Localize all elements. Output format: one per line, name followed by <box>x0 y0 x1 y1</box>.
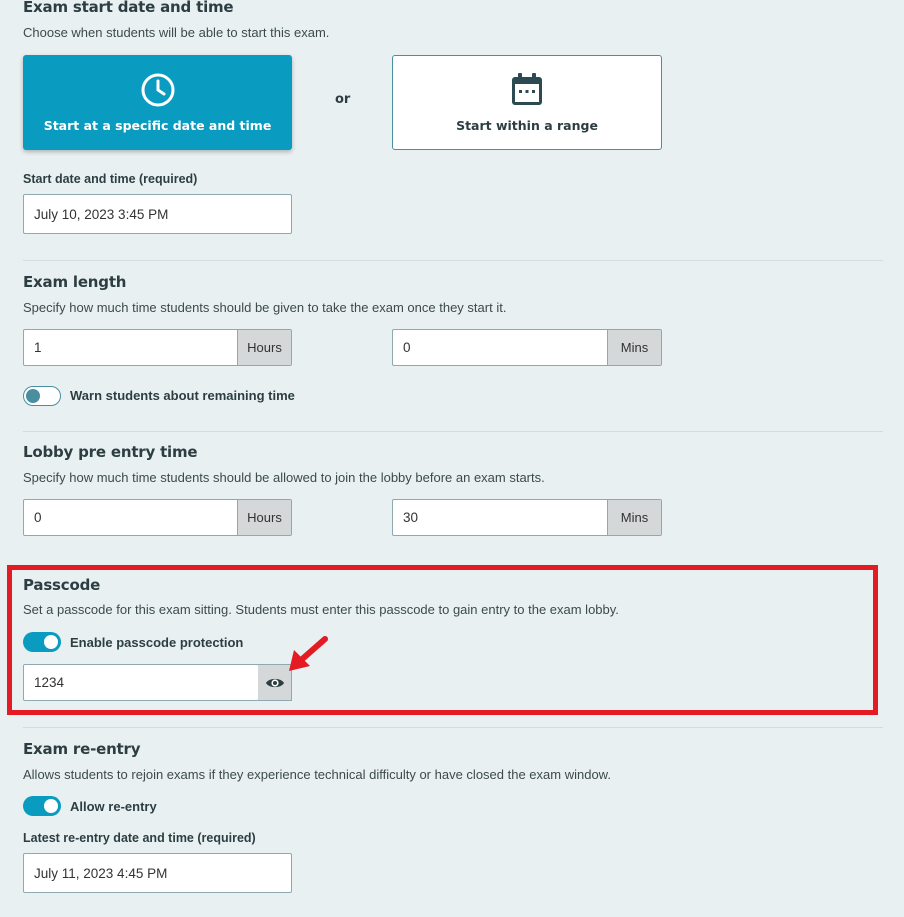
passcode-input[interactable]: 1234 <box>23 664 259 701</box>
passcode-protection-toggle[interactable] <box>23 632 61 652</box>
start-range-option[interactable]: Start within a range <box>392 55 662 150</box>
or-separator: or <box>335 92 351 107</box>
length-hours-field[interactable]: 1 Hours <box>23 329 292 366</box>
passcode-section-title: Passcode <box>23 576 101 594</box>
reentry-section-description: Allows students to rejoin exams if they … <box>23 767 611 782</box>
allow-reentry-toggle[interactable] <box>23 796 61 816</box>
lobby-hours-field[interactable]: 0 Hours <box>23 499 292 536</box>
lobby-section-title: Lobby pre entry time <box>23 443 198 461</box>
clock-icon <box>141 73 174 107</box>
start-range-label: Start within a range <box>456 118 598 133</box>
lobby-section-description: Specify how much time students should be… <box>23 470 545 485</box>
passcode-protection-label: Enable passcode protection <box>70 635 244 650</box>
eye-icon <box>265 678 284 687</box>
length-hours-addon: Hours <box>237 330 291 365</box>
length-mins-field[interactable]: 0 Mins <box>392 329 662 366</box>
allow-reentry-label: Allow re-entry <box>70 799 157 814</box>
warn-remaining-time-toggle[interactable] <box>23 386 61 406</box>
length-section-title: Exam length <box>23 273 127 291</box>
start-section-title: Exam start date and time <box>23 0 234 16</box>
start-date-input[interactable]: July 10, 2023 3:45 PM <box>23 194 292 234</box>
pointer-arrow-icon <box>289 636 328 671</box>
lobby-mins-field[interactable]: 30 Mins <box>392 499 662 536</box>
warn-remaining-time-label: Warn students about remaining time <box>70 388 295 403</box>
lobby-mins-input[interactable]: 30 <box>393 500 607 535</box>
start-specific-option[interactable]: Start at a specific date and time <box>23 55 292 150</box>
reentry-date-input[interactable]: July 11, 2023 4:45 PM <box>23 853 292 893</box>
reentry-date-value: July 11, 2023 4:45 PM <box>34 865 168 881</box>
length-hours-input[interactable]: 1 <box>24 330 237 365</box>
divider <box>23 727 883 728</box>
length-mins-addon: Mins <box>607 330 661 365</box>
divider <box>23 431 883 432</box>
length-section-description: Specify how much time students should be… <box>23 300 507 315</box>
lobby-hours-input[interactable]: 0 <box>24 500 237 535</box>
divider <box>23 260 883 261</box>
lobby-hours-addon: Hours <box>237 500 291 535</box>
reentry-date-label: Latest re-entry date and time (required) <box>23 831 256 845</box>
length-mins-input[interactable]: 0 <box>393 330 607 365</box>
start-specific-label: Start at a specific date and time <box>43 118 272 133</box>
lobby-mins-addon: Mins <box>607 500 661 535</box>
reentry-section-title: Exam re-entry <box>23 740 141 758</box>
passcode-value: 1234 <box>34 675 65 690</box>
passcode-section-description: Set a passcode for this exam sitting. St… <box>23 602 619 617</box>
start-section-description: Choose when students will be able to sta… <box>23 25 330 40</box>
start-date-value: July 10, 2023 3:45 PM <box>34 206 169 222</box>
start-date-label: Start date and time (required) <box>23 172 198 186</box>
calendar-icon <box>512 73 542 105</box>
